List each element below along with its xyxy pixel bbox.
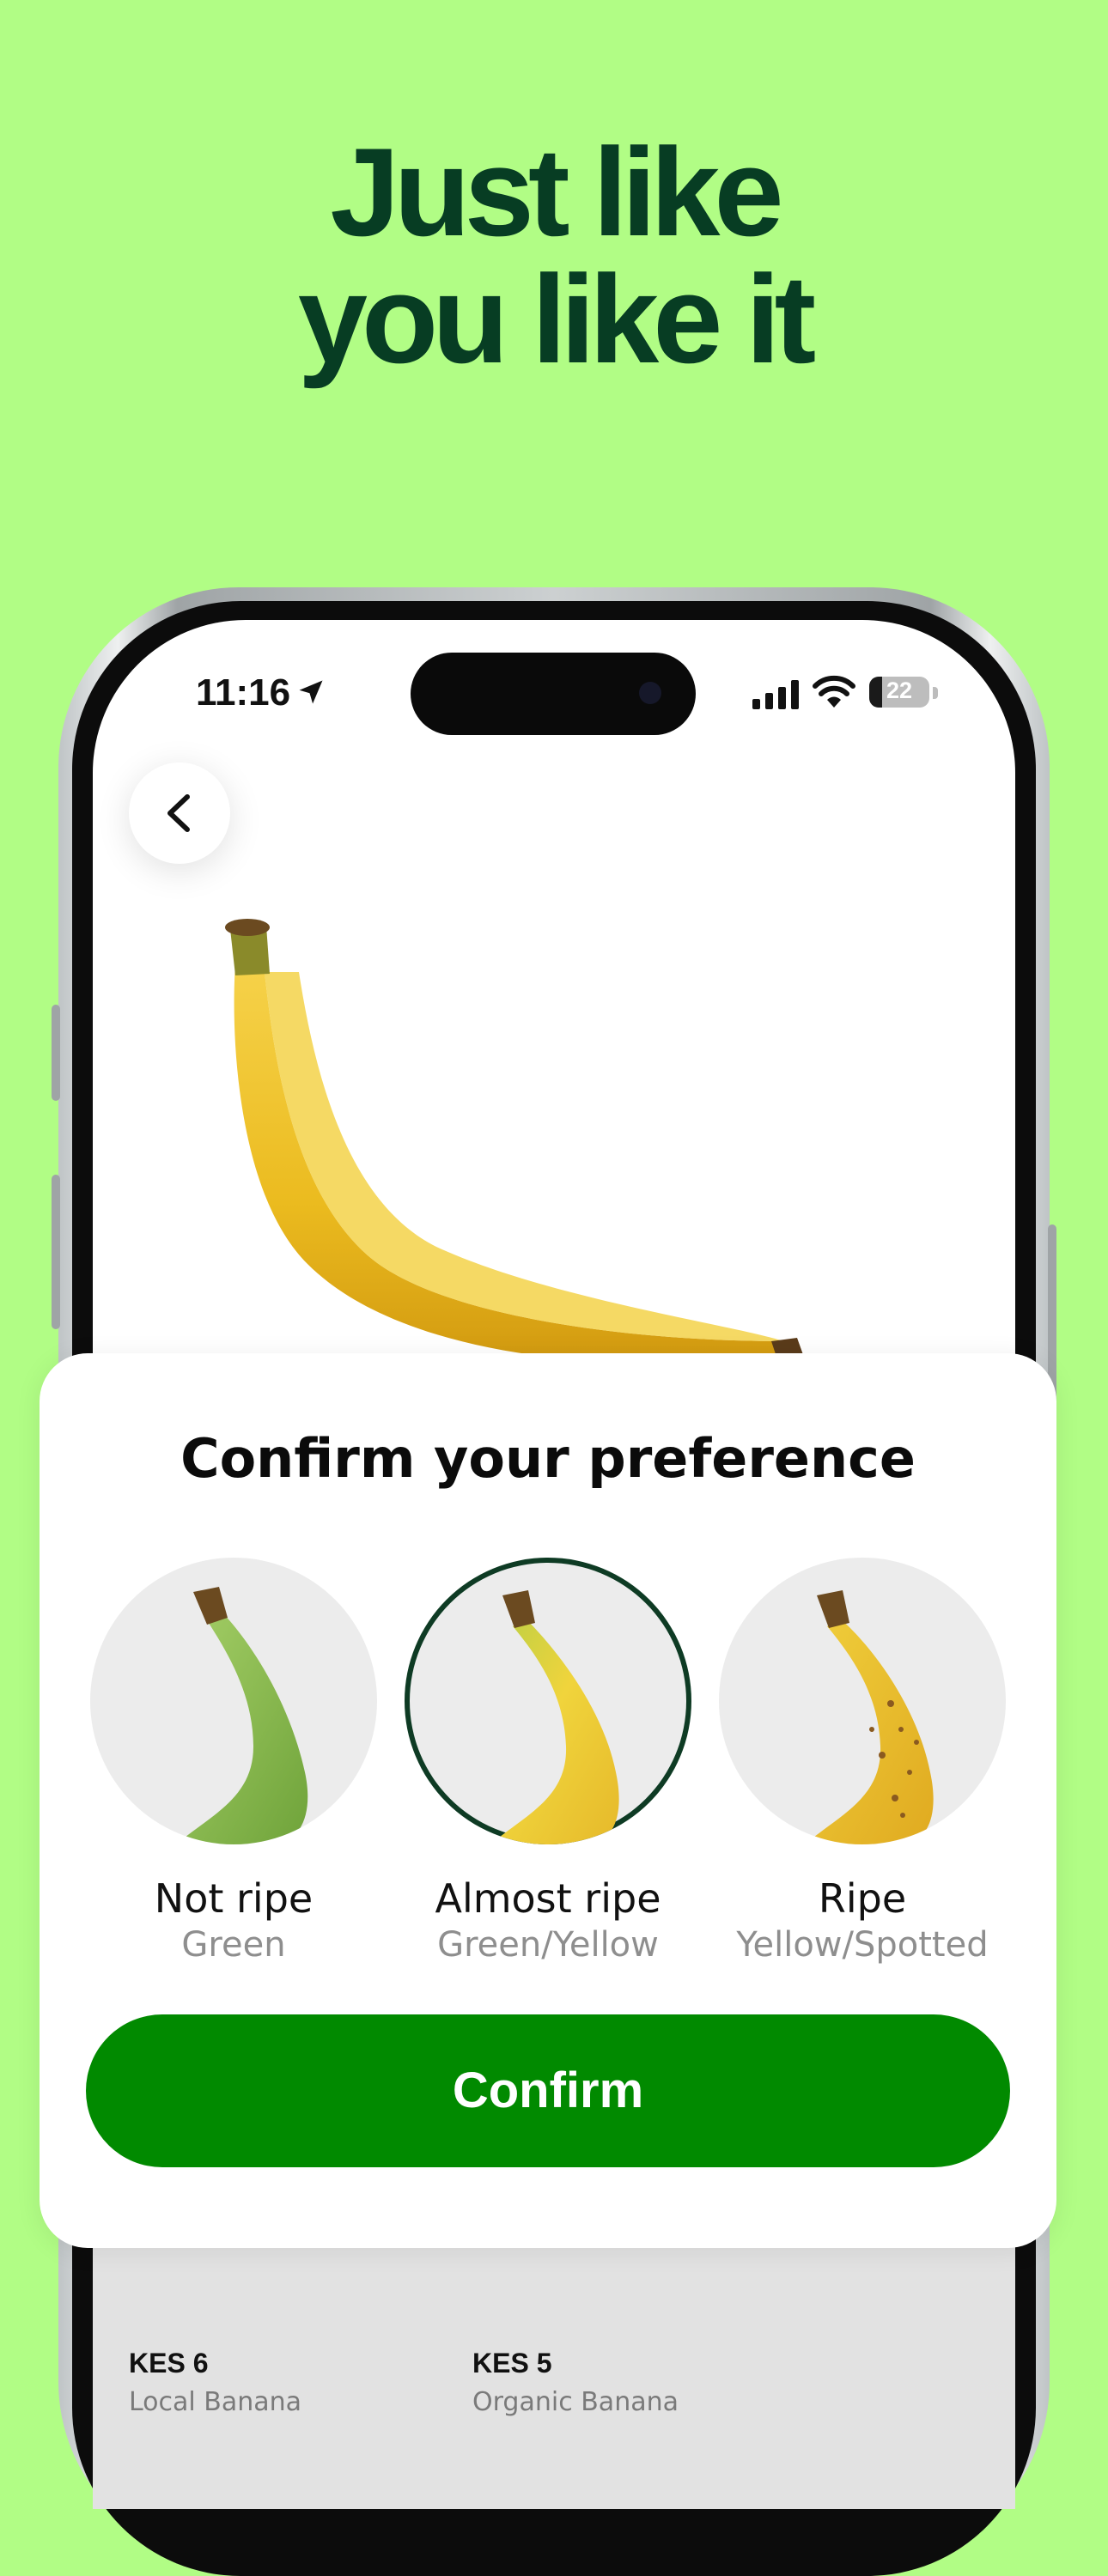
option-label: Almost ripe	[435, 1875, 661, 1922]
sheet-title: Confirm your preference	[180, 1427, 916, 1490]
green-banana-image	[176, 1587, 308, 1844]
product-price: KES 6	[129, 2348, 209, 2379]
battery-icon: 22	[869, 677, 929, 708]
confirm-button[interactable]: Confirm	[86, 2014, 1010, 2167]
headline-line-1: Just like	[330, 122, 783, 262]
wifi-icon	[813, 675, 855, 708]
phone-action-button	[52, 1005, 60, 1101]
banana-hero-image	[225, 919, 806, 1367]
product-price: KES 5	[472, 2348, 552, 2379]
option-image-almost-ripe[interactable]	[405, 1558, 691, 1844]
headline: Just like you like it	[0, 129, 1108, 383]
option-label: Ripe	[818, 1875, 907, 1922]
battery-percentage: 22	[886, 677, 913, 703]
option-ripe[interactable]: Ripe Yellow/Spotted	[708, 1558, 1017, 1965]
product-name[interactable]: Local Banana	[129, 2387, 301, 2417]
front-camera	[639, 682, 661, 704]
option-sublabel: Green/Yellow	[437, 1925, 659, 1965]
yellow-green-banana-image	[490, 1590, 619, 1844]
phone-volume-up-button	[52, 1175, 60, 1329]
option-not-ripe[interactable]: Not ripe Green	[79, 1558, 388, 1965]
option-almost-ripe[interactable]: Almost ripe Green/Yellow	[393, 1558, 703, 1965]
option-label: Not ripe	[154, 1875, 314, 1922]
option-sublabel: Green	[181, 1925, 286, 1965]
option-image-ripe[interactable]	[719, 1558, 1006, 1844]
spotted-banana-image	[805, 1590, 934, 1844]
location-arrow-icon	[299, 680, 323, 704]
battery-tip	[933, 687, 938, 699]
back-button[interactable]	[129, 762, 230, 864]
headline-line-2: you like it	[297, 249, 816, 389]
status-time: 11:16	[196, 671, 291, 714]
product-name[interactable]: Organic Banana	[472, 2387, 679, 2417]
option-image-not-ripe[interactable]	[90, 1558, 377, 1844]
back-chevron-icon	[167, 794, 190, 832]
signal-icon	[752, 680, 799, 709]
option-sublabel: Yellow/Spotted	[736, 1925, 989, 1965]
preference-sheet: Confirm your preference Not ripe Green A…	[40, 1353, 1056, 2248]
